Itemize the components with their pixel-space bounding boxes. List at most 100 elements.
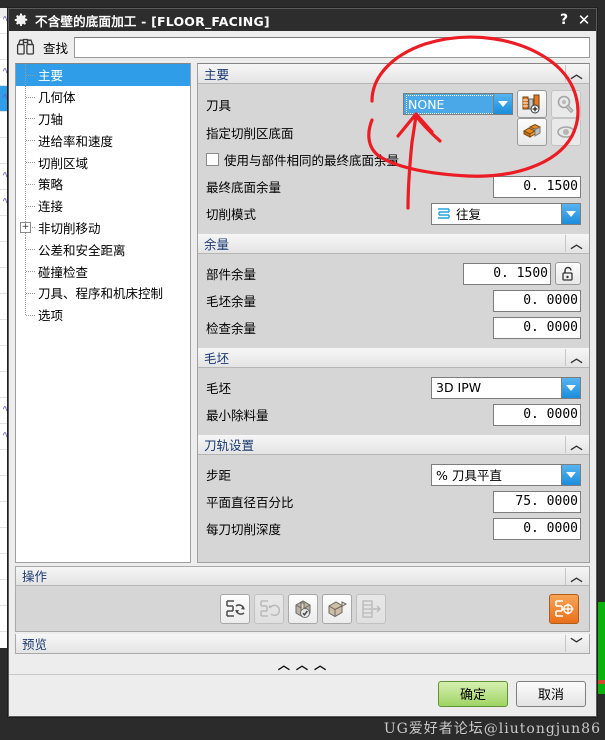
- tree-item-tolerance-clearance[interactable]: 公差和安全距离: [16, 238, 190, 260]
- min-removal-label: 最小除料量: [206, 408, 269, 423]
- group-body-stock: 部件余量 0. 1500 毛坯余量 0. 0000 检查余量 0. 0000: [198, 254, 589, 348]
- chevron-down-icon[interactable]: [493, 94, 512, 114]
- dialog-footer: 确定 取消: [9, 674, 596, 716]
- new-tool-icon[interactable]: [517, 90, 547, 118]
- row-min-removal: 最小除料量 0. 0000: [206, 401, 581, 428]
- chevron-down-icon[interactable]: ﹀: [565, 635, 587, 652]
- group-header-preview[interactable]: 预览 ﹀: [15, 634, 590, 654]
- tree-item-cut-area[interactable]: 切削区域: [16, 151, 190, 173]
- unlock-icon[interactable]: [555, 262, 581, 285]
- window-title: 不含壁的底面加工 - [FLOOR_FACING]: [35, 13, 270, 29]
- chevron-up-icon[interactable]: ︿: [565, 349, 587, 366]
- close-button[interactable]: ✕: [574, 10, 594, 30]
- chevron-up-icon[interactable]: ︿: [565, 65, 587, 82]
- row-floor-geometry: 指定切削区底面: [206, 118, 581, 146]
- generate-toolpath-icon[interactable]: [219, 593, 250, 624]
- tree-item-feeds-speeds[interactable]: 进给率和速度: [16, 129, 190, 151]
- tree-item-geometry[interactable]: 几何体: [16, 85, 190, 108]
- expand-icon[interactable]: +: [20, 222, 31, 234]
- group-title: 主要: [204, 66, 230, 82]
- tree-connector: [18, 238, 38, 260]
- zigzag-icon: [436, 207, 452, 221]
- simulate-material-icon[interactable]: [321, 593, 352, 624]
- chevron-up-icon[interactable]: ︿: [565, 436, 587, 453]
- screen: ∿ ∿ ∿ ∿ ∿ ∿ ∿ 不含壁的底面加工 - [FLOOR_FACING] …: [0, 0, 605, 740]
- tree-connector: +: [18, 216, 38, 239]
- row-flat-dia-pct: 平面直径百分比 75. 0000: [206, 488, 581, 515]
- tree-item-non-cutting-moves[interactable]: + 非切削移动: [16, 216, 190, 239]
- ok-button[interactable]: 确定: [438, 680, 508, 707]
- show-floor-icon[interactable]: [551, 118, 581, 146]
- title-bar: 不含壁的底面加工 - [FLOOR_FACING] ? ✕: [9, 9, 596, 31]
- resize-handle[interactable]: ︿ ︿ ︿: [9, 654, 596, 674]
- tree-item-strategy[interactable]: 策略: [16, 172, 190, 195]
- row-same-stock-checkbox[interactable]: 使用与部件相同的最终底面余量: [206, 146, 581, 173]
- dialog-body: 主要 几何体 刀轴 进给率和速度 切削区域 策略 连接 + 非切削移动 公差和安…: [9, 63, 596, 563]
- final-floor-stock-label: 最终底面余量: [206, 180, 282, 195]
- tree-connector: [18, 303, 38, 326]
- tree-item-label: 选项: [38, 308, 64, 324]
- flat-dia-pct-label: 平面直径百分比: [206, 495, 294, 510]
- tree-item-connection[interactable]: 连接: [16, 194, 190, 217]
- group-body-toolpath: 步距 % 刀具平直 平面直径百分比 75. 0000 每刀切削深度 0. 000…: [198, 455, 589, 549]
- stepover-select[interactable]: % 刀具平直: [431, 463, 581, 486]
- tree-item-tool-axis[interactable]: 刀轴: [16, 107, 190, 130]
- depth-per-cut-input[interactable]: 0. 0000: [493, 517, 581, 540]
- confirm-toolpath-icon[interactable]: [549, 593, 579, 624]
- final-floor-stock-input[interactable]: 0. 1500: [493, 175, 581, 198]
- tree-item-label: 主要: [38, 68, 64, 84]
- chevron-up-icon[interactable]: ︿: [565, 567, 587, 585]
- select-floor-icon[interactable]: [517, 118, 547, 146]
- check-stock-input[interactable]: 0. 0000: [493, 316, 581, 339]
- help-button[interactable]: ?: [554, 10, 574, 30]
- navigation-tree[interactable]: 主要 几何体 刀轴 进给率和速度 切削区域 策略 连接 + 非切削移动 公差和安…: [15, 63, 191, 563]
- row-check-stock: 检查余量 0. 0000: [206, 314, 581, 341]
- tree-item-label: 刀具、程序和机床控制: [38, 286, 164, 302]
- cut-pattern-select[interactable]: 往复: [431, 202, 581, 225]
- verify-toolpath-icon[interactable]: [287, 593, 318, 624]
- find-label: 查找: [43, 40, 69, 56]
- tree-item-label: 碰撞检查: [38, 264, 89, 280]
- tree-connector: [18, 107, 38, 130]
- list-toolpath-icon[interactable]: [355, 593, 386, 624]
- check-stock-label: 检查余量: [206, 321, 257, 336]
- chevron-down-icon[interactable]: [561, 203, 580, 224]
- min-removal-input[interactable]: 0. 0000: [493, 403, 581, 426]
- group-header-blank[interactable]: 毛坯 ︿: [198, 348, 589, 368]
- floor-geometry-label: 指定切削区底面: [206, 125, 294, 141]
- chevron-down-icon[interactable]: [561, 464, 580, 485]
- group-header-main[interactable]: 主要 ︿: [198, 64, 589, 84]
- chevron-down-icon[interactable]: [561, 377, 580, 398]
- tree-item-collision-check[interactable]: 碰撞检查: [16, 260, 190, 282]
- tree-connector: [18, 172, 38, 195]
- chevron-up-icon[interactable]: ︿: [565, 235, 587, 252]
- group-title: 毛坯: [204, 350, 230, 366]
- group-title: 余量: [204, 236, 230, 252]
- blank-type-label: 毛坯: [206, 381, 232, 396]
- find-input[interactable]: [74, 36, 590, 58]
- cancel-button[interactable]: 取消: [516, 680, 586, 707]
- bottom-groups: 操作 ︿ 预览 ﹀: [9, 563, 596, 654]
- binoculars-icon: [15, 36, 41, 58]
- group-header-toolpath[interactable]: 刀轨设置 ︿: [198, 435, 589, 455]
- group-title: 预览: [22, 636, 48, 652]
- tree-item-options[interactable]: 选项: [16, 303, 190, 326]
- tree-item-label: 进给率和速度: [38, 133, 114, 149]
- group-title: 刀轨设置: [204, 437, 255, 453]
- find-bar: 查找: [9, 31, 596, 63]
- part-stock-input[interactable]: 0. 1500: [463, 262, 551, 285]
- blank-type-select[interactable]: 3D IPW: [431, 376, 581, 399]
- row-depth-per-cut: 每刀切削深度 0. 0000: [206, 515, 581, 542]
- tool-select[interactable]: NONE: [403, 93, 513, 115]
- blank-stock-label: 毛坯余量: [206, 294, 257, 309]
- flat-dia-pct-input[interactable]: 75. 0000: [493, 490, 581, 513]
- edit-tool-icon[interactable]: [551, 90, 581, 118]
- tree-item-tool-program-machine[interactable]: 刀具、程序和机床控制: [16, 281, 190, 304]
- same-stock-checkbox[interactable]: [206, 153, 219, 166]
- tree-item-main[interactable]: 主要: [16, 64, 190, 86]
- blank-stock-input[interactable]: 0. 0000: [493, 289, 581, 312]
- group-header-stock[interactable]: 余量 ︿: [198, 234, 589, 254]
- replay-toolpath-icon[interactable]: [253, 593, 284, 624]
- row-stepover: 步距 % 刀具平直: [206, 461, 581, 488]
- group-header-operation[interactable]: 操作 ︿: [15, 566, 590, 586]
